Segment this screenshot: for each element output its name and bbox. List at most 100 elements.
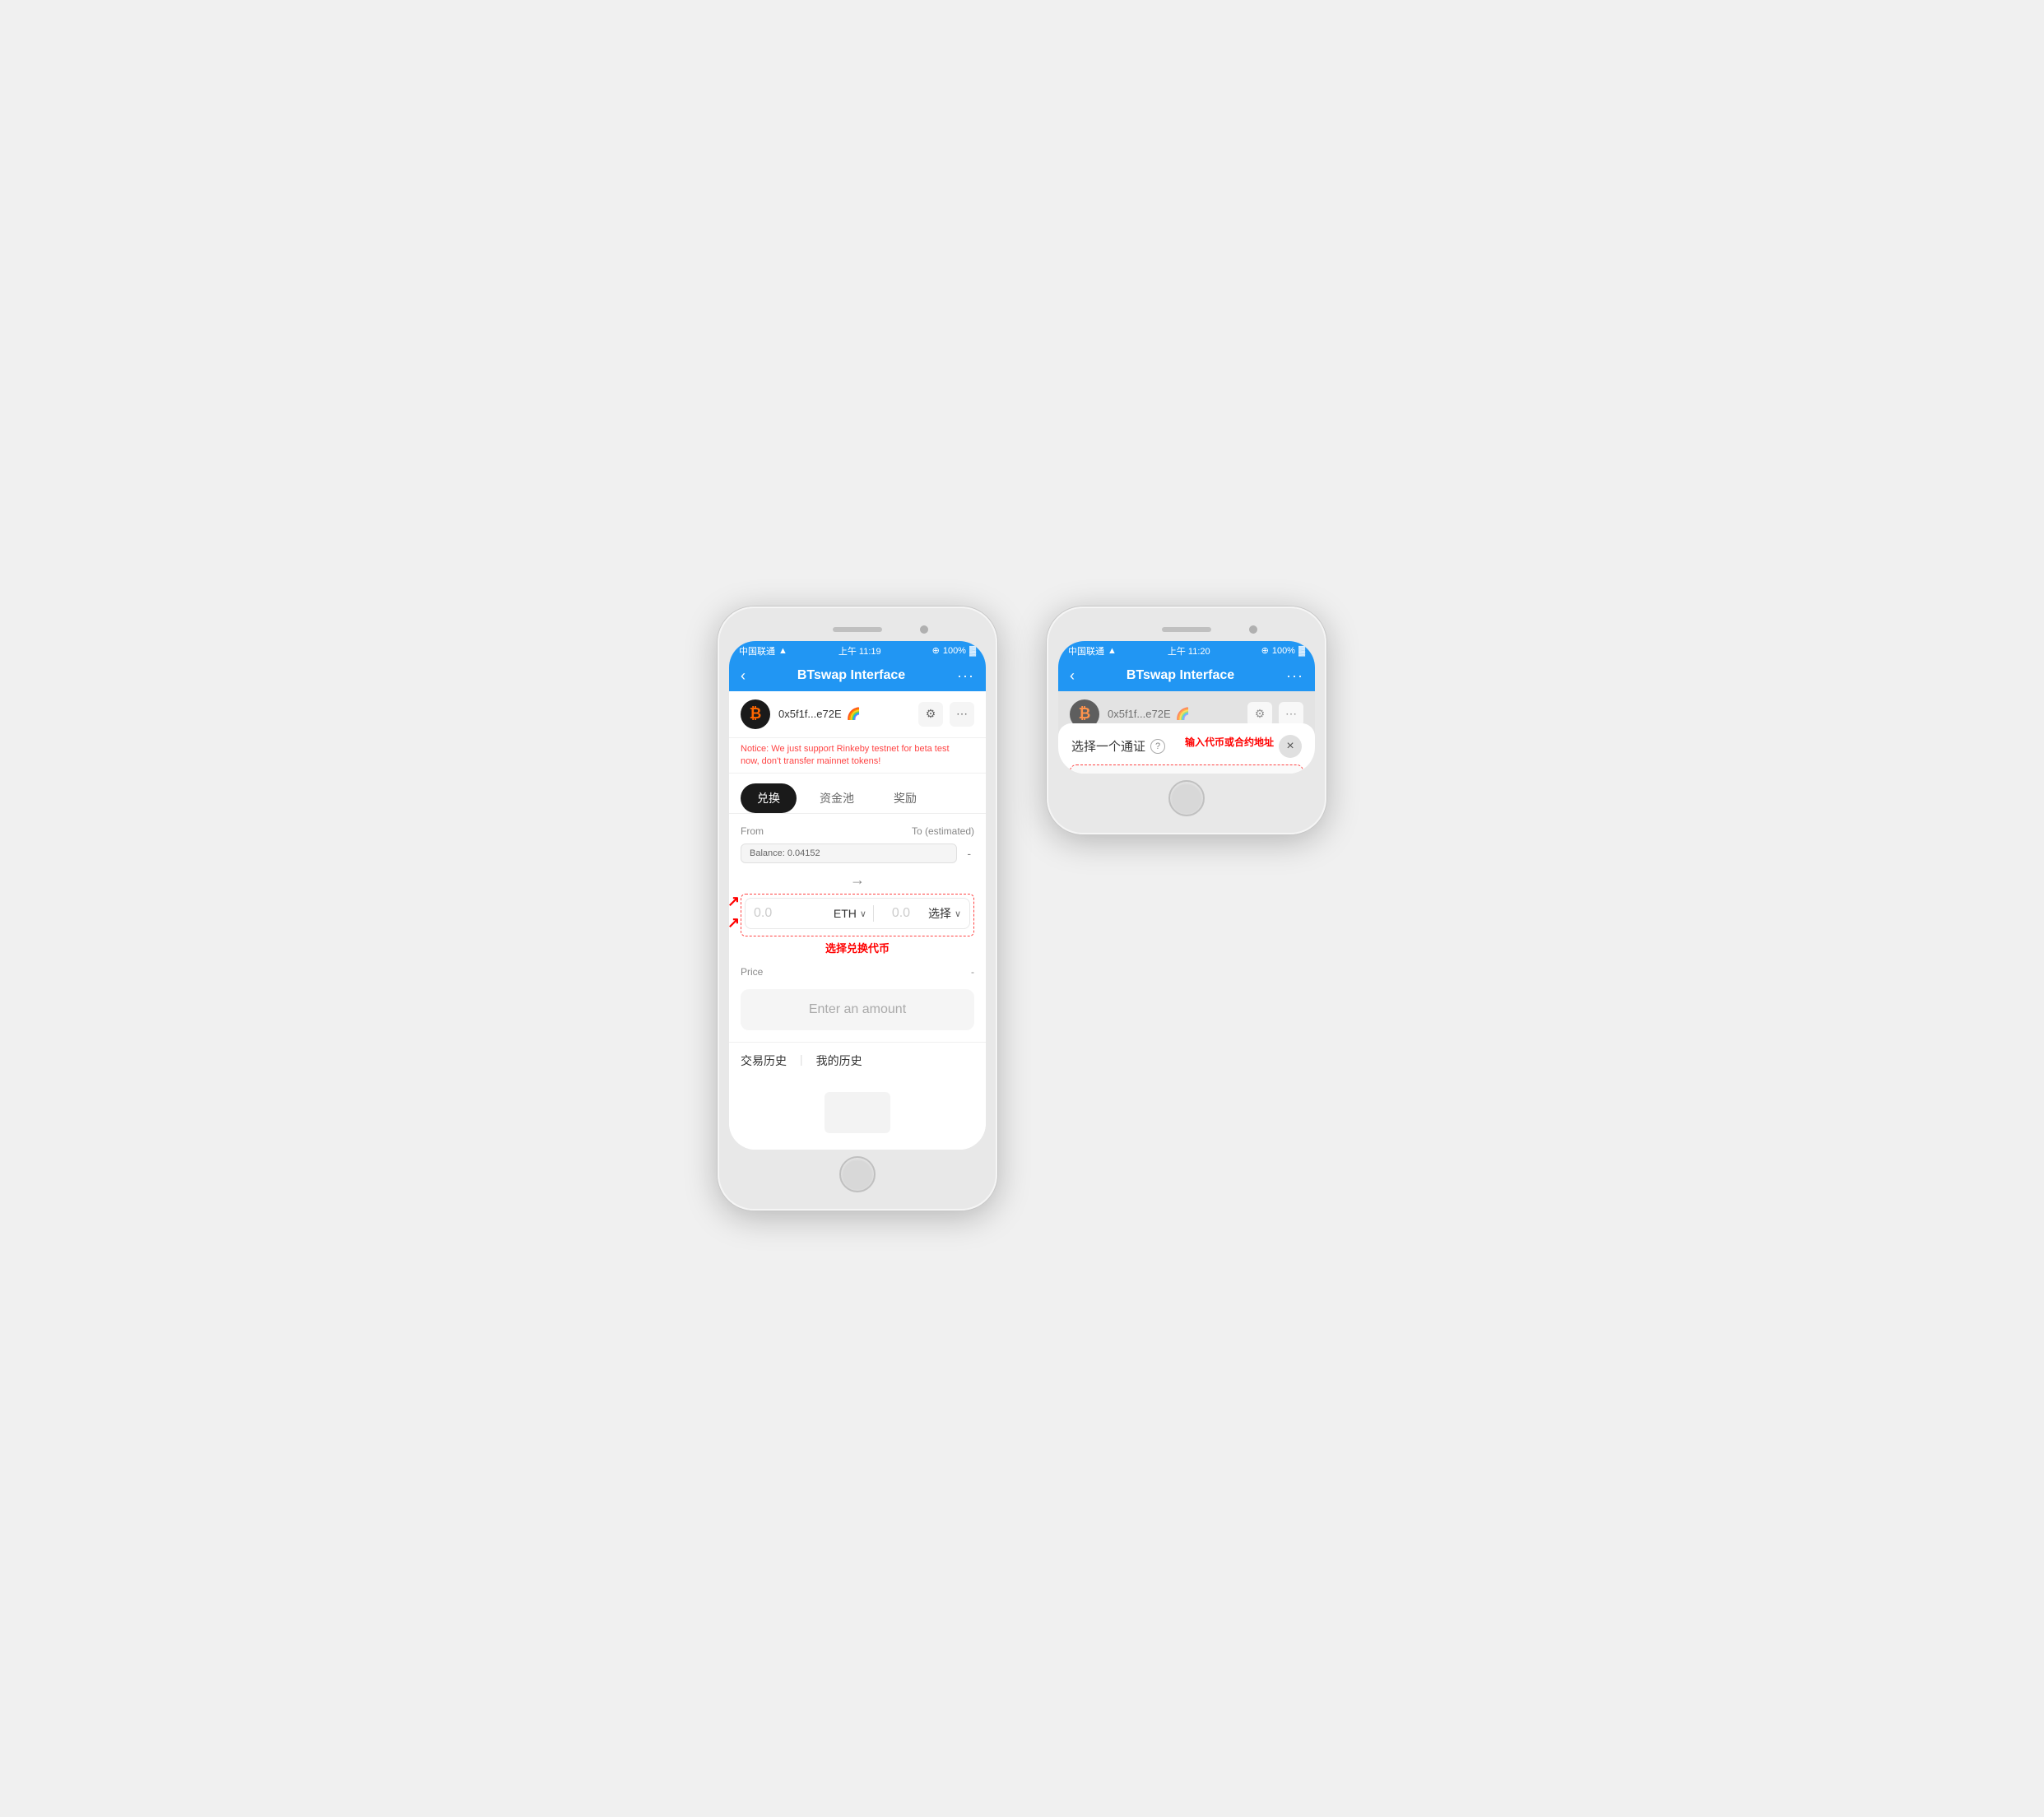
home-button-left[interactable] <box>839 1156 876 1192</box>
status-bar-left: 中国联通 ▲ 上午 11:19 ⊕ 100% ▓ <box>729 641 986 661</box>
phone-top-left <box>729 618 986 641</box>
camera-left <box>920 625 928 634</box>
address-text-right: 0x5f1f...e72E <box>1108 708 1171 720</box>
to-token-select[interactable]: 选择 ∨ <box>928 905 961 922</box>
from-amount-input[interactable] <box>754 906 827 921</box>
search-dashed-box: Search name or paste address <box>1070 764 1303 774</box>
account-row-left: ₿ 0x5f1f...e72E 🌈 ⚙ ⋯ <box>729 691 986 738</box>
annotation-select-wrapper: 选择兑换代币 <box>741 940 974 956</box>
balance-badge: Balance: 0.04152 <box>741 843 957 863</box>
time-right: 上午 11:20 <box>1168 644 1210 658</box>
account-actions-left: ⚙ ⋯ <box>918 702 974 727</box>
amount-inputs-dashed: ETH ∨ 选择 ∨ <box>741 894 974 936</box>
to-label: To (estimated) <box>912 825 974 837</box>
carrier-left: 中国联通 <box>739 644 775 658</box>
more-button-left[interactable]: ⋯ <box>950 702 974 727</box>
from-label: From <box>741 825 764 837</box>
notice-line2-left: now, don't transfer mainnet tokens! <box>741 755 974 768</box>
phone-left: 中国联通 ▲ 上午 11:19 ⊕ 100% ▓ ‹ BTswap Interf… <box>718 606 997 1211</box>
to-token-arrow: ∨ <box>955 908 961 919</box>
status-right-left: ⊕ 100% ▓ <box>932 645 976 656</box>
rainbow-icon-left: 🌈 <box>847 707 861 721</box>
notice-left: Notice: We just support Rinkeby testnet … <box>729 738 986 774</box>
token-select-modal: 选择一个通证 ? 输入代币或合约地址 × Search name or past… <box>1058 723 1315 774</box>
wifi-icon-right: ▲ <box>1108 646 1117 656</box>
swap-form-left: From To (estimated) Balance: 0.04152 - → <box>729 814 986 1042</box>
history-tabs-left: 交易历史 | 我的历史 <box>729 1042 986 1076</box>
nav-bar-right: ‹ BTswap Interface ··· <box>1058 661 1315 691</box>
gear-button-left[interactable]: ⚙ <box>918 702 943 727</box>
time-left: 上午 11:19 <box>839 644 881 658</box>
red-arrow-left-2: ↗ <box>729 914 740 932</box>
speaker-left <box>833 627 882 632</box>
history-tab-mine[interactable]: 我的历史 <box>816 1053 862 1069</box>
tab-swap-left[interactable]: 兑换 <box>741 783 797 813</box>
price-value: - <box>971 966 974 978</box>
to-amount-input[interactable] <box>880 906 922 921</box>
battery-left: 100% <box>943 646 966 656</box>
carrier-right: 中国联通 <box>1068 644 1104 658</box>
address-text-left: 0x5f1f...e72E <box>778 708 842 720</box>
account-avatar-left: ₿ <box>741 699 770 729</box>
modal-header: 选择一个通证 ? 输入代币或合约地址 × <box>1058 723 1315 764</box>
menu-button-right[interactable]: ··· <box>1286 667 1303 685</box>
tab-pool-left[interactable]: 资金池 <box>803 783 871 813</box>
phone-screen-left: 中国联通 ▲ 上午 11:19 ⊕ 100% ▓ ‹ BTswap Interf… <box>729 641 986 1150</box>
battery-right: 100% <box>1272 646 1295 656</box>
account-address-right: 0x5f1f...e72E 🌈 <box>1108 707 1239 721</box>
tabs-left: 兑换 资金池 奖励 <box>729 774 986 814</box>
token-inputs-wrapper: Balance: 0.04152 - → ETH ∨ <box>741 843 974 956</box>
wifi-icon-left: ▲ <box>778 646 787 656</box>
nav-bar-left: ‹ BTswap Interface ··· <box>729 661 986 691</box>
modal-help-icon[interactable]: ? <box>1150 739 1165 754</box>
from-token-arrow: ∨ <box>860 908 866 919</box>
modal-close-button[interactable]: × <box>1279 735 1302 758</box>
swap-arrow-icon: → <box>850 871 865 889</box>
red-arrow-search: ↗ <box>1058 771 1066 774</box>
account-address-left: 0x5f1f...e72E 🌈 <box>778 707 910 721</box>
price-row: Price - <box>741 963 974 981</box>
phone-right: 中国联通 ▲ 上午 11:20 ⊕ 100% ▓ ‹ BTswap Interf… <box>1047 606 1326 835</box>
token-row-top: Balance: 0.04152 - <box>741 843 974 863</box>
from-token-name: ETH <box>834 907 857 920</box>
phone-bottom-right <box>1058 774 1315 823</box>
battery-icon-right: ▓ <box>1298 646 1305 656</box>
status-right-right: ⊕ 100% ▓ <box>1261 645 1305 656</box>
from-token-select[interactable]: ETH ∨ <box>834 907 866 920</box>
modal-title: 选择一个通证 ? <box>1071 737 1165 755</box>
modal-title-text: 选择一个通证 <box>1071 737 1145 755</box>
annotation-search-label: 输入代币或合约地址 <box>1185 735 1274 749</box>
phone-screen-right: 中国联通 ▲ 上午 11:20 ⊕ 100% ▓ ‹ BTswap Interf… <box>1058 641 1315 774</box>
phone-bottom-left <box>729 1150 986 1199</box>
battery-icon-left: ▓ <box>969 646 976 656</box>
annotation-select-label: 选择兑换代币 <box>825 942 890 955</box>
arrow-row: → <box>741 867 974 894</box>
location-icon-left: ⊕ <box>932 645 940 656</box>
location-icon-right: ⊕ <box>1261 645 1269 656</box>
price-label: Price <box>741 966 763 978</box>
status-left: 中国联通 ▲ <box>739 644 787 658</box>
notice-line1-left: Notice: We just support Rinkeby testnet … <box>741 743 974 755</box>
swap-labels: From To (estimated) <box>741 825 974 837</box>
menu-button-left[interactable]: ··· <box>957 667 974 685</box>
home-button-right[interactable] <box>1168 780 1205 816</box>
thumbnail-area <box>729 1076 986 1150</box>
thumbnail-placeholder <box>825 1092 890 1133</box>
history-tab-sep: | <box>800 1053 803 1069</box>
to-token-select-label: 选择 <box>928 905 951 922</box>
phone-top-right <box>1058 618 1315 641</box>
red-arrow-left-1: ↗ <box>729 893 740 910</box>
camera-right <box>1249 625 1257 634</box>
app-title-left: BTswap Interface <box>746 668 957 683</box>
app-title-right: BTswap Interface <box>1075 668 1286 683</box>
speaker-right <box>1162 627 1211 632</box>
scene: 中国联通 ▲ 上午 11:19 ⊕ 100% ▓ ‹ BTswap Interf… <box>718 606 1326 1211</box>
status-bar-right: 中国联通 ▲ 上午 11:20 ⊕ 100% ▓ <box>1058 641 1315 661</box>
enter-amount-button[interactable]: Enter an amount <box>741 989 974 1030</box>
dash-separator: - <box>964 847 974 860</box>
history-tab-all[interactable]: 交易历史 <box>741 1053 787 1069</box>
status-left-right: 中国联通 ▲ <box>1068 644 1117 658</box>
rainbow-icon-right: 🌈 <box>1176 707 1190 721</box>
search-wrapper: Search name or paste address ↗ <box>1070 764 1303 774</box>
tab-reward-left[interactable]: 奖励 <box>877 783 933 813</box>
